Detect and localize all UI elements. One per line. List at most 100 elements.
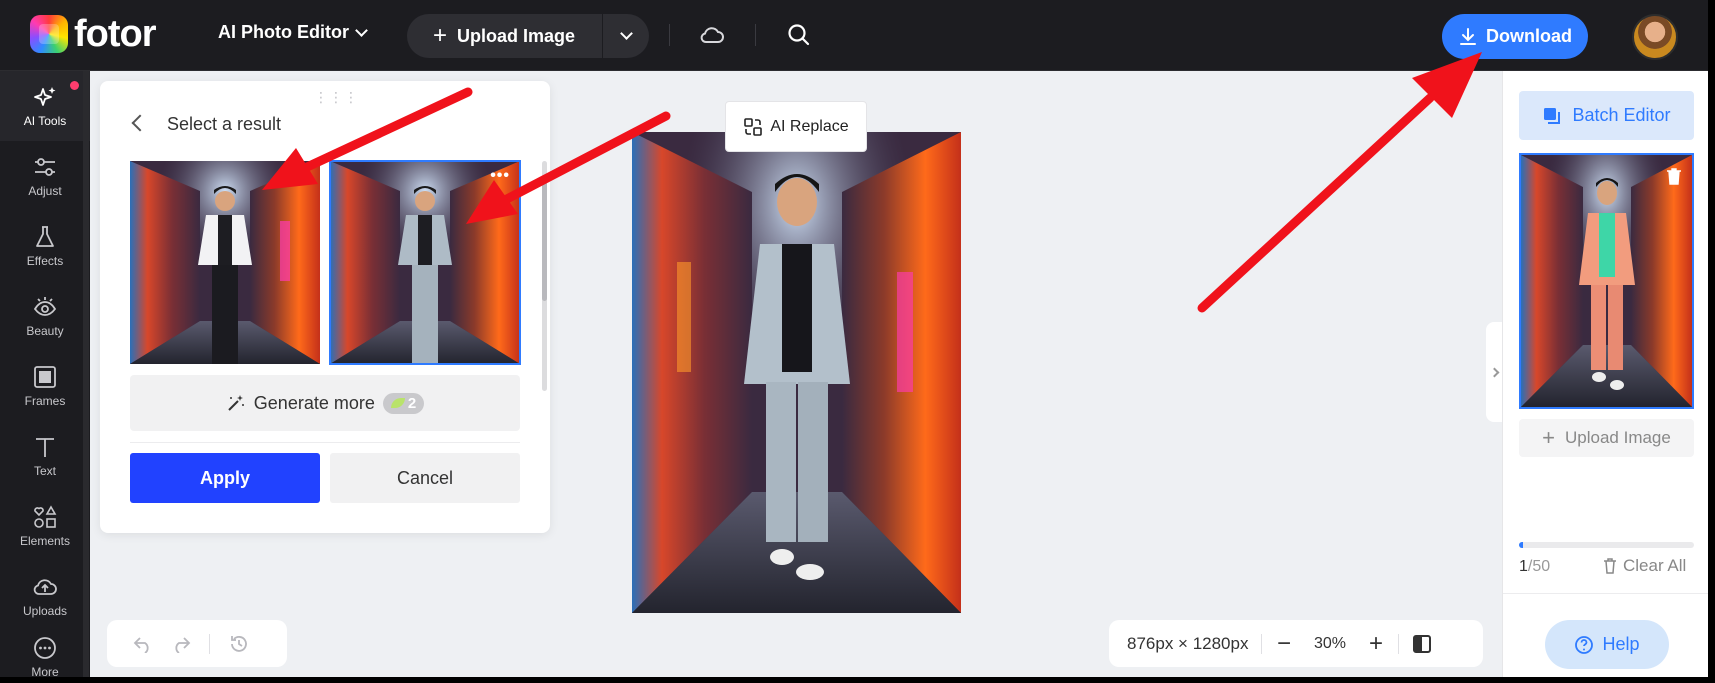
select-result-panel: ⋮⋮⋮ Select a result ••• Generate more 2 … [100,81,550,533]
sliders-icon [35,158,55,176]
tool-elements[interactable]: Elements [0,491,90,561]
upload-image-label: Upload Image [457,25,576,46]
history-controls [107,620,287,667]
upload-image-button[interactable]: + Upload Image [1519,419,1694,457]
window-edge [1708,0,1715,683]
toolbar-scrollbar[interactable] [83,71,89,683]
help-button[interactable]: Help [1545,620,1669,669]
apply-button[interactable]: Apply [130,453,320,503]
cloud-icon[interactable] [699,22,725,48]
result-image-white-jacket [130,161,320,364]
tool-adjust[interactable]: Adjust [0,141,90,211]
batch-icon [1544,107,1561,124]
download-button[interactable]: Download [1442,14,1588,59]
result-thumbnail[interactable] [130,161,320,364]
clear-all-label: Clear All [1623,556,1687,575]
compare-icon[interactable] [1413,634,1431,653]
eye-icon [33,297,57,316]
cloud-upload-icon [33,579,57,595]
undo-icon[interactable] [133,635,153,653]
magic-wand-icon [228,395,244,411]
batch-progress-bar [1519,542,1694,548]
cancel-button[interactable]: Cancel [330,453,520,503]
tool-beauty[interactable]: Beauty [0,281,90,351]
tool-uploads[interactable]: Uploads [0,561,90,631]
text-icon [36,438,54,457]
clear-all-button[interactable]: Clear All [1603,556,1686,576]
download-icon [1460,27,1476,45]
fotor-logo-icon [30,15,68,53]
tool-effects[interactable]: Effects [0,211,90,281]
top-bar: fotor AI Photo Editor + Upload Image Dow… [0,0,1715,71]
upload-image-group: + Upload Image [407,14,649,58]
edited-image-grey-jacket [632,132,961,613]
divider [669,24,670,46]
tool-frames[interactable]: Frames [0,351,90,421]
divider [1398,633,1399,654]
main-photo[interactable] [632,132,961,613]
delete-icon[interactable] [1666,167,1682,185]
chevron-down-icon [355,23,368,37]
image-count: 1/50 [1519,558,1550,576]
chevron-down-icon [619,27,633,40]
result-thumbnail-selected[interactable]: ••• [329,160,521,365]
fotor-logo[interactable]: fotor [30,13,157,55]
editor-mode-menu[interactable]: AI Photo Editor [218,22,368,43]
generate-more-button[interactable]: Generate more 2 [130,375,520,431]
download-label: Download [1486,26,1572,46]
zoom-controls: 876px × 1280px − 30% + [1109,620,1483,667]
drag-handle[interactable]: ⋮⋮⋮ [314,89,359,106]
search-icon[interactable] [786,22,812,48]
brand-name: fotor [74,13,157,55]
count-current: 1 [1519,558,1528,575]
count-total: /50 [1527,558,1551,575]
panel-scrollbar[interactable] [542,161,547,391]
redo-icon[interactable] [171,635,191,653]
sparkle-icon [34,87,56,106]
original-image-peach-outfit [1521,155,1692,407]
frame-icon [34,366,56,388]
zoom-in-button[interactable]: + [1354,630,1398,658]
tool-label: Beauty [26,324,64,338]
generate-more-label: Generate more [253,392,375,413]
more-options-icon[interactable]: ••• [490,167,510,185]
image-dimensions: 876px × 1280px [1127,633,1249,653]
ai-replace-button[interactable]: AI Replace [725,101,867,152]
zoom-level[interactable]: 30% [1306,635,1354,653]
plus-icon: + [1542,425,1555,450]
chevron-right-icon [1489,367,1499,377]
back-chevron-icon[interactable] [131,114,149,132]
batch-image-thumbnail[interactable] [1519,153,1694,409]
tool-label: Frames [24,394,66,408]
right-panel: Batch Editor + Upload Image 1/50 Clear A… [1502,71,1709,677]
window-edge [0,677,1715,683]
history-icon[interactable] [228,633,250,655]
shapes-icon [34,505,57,528]
credit-count: 2 [407,394,417,412]
tool-label: Text [33,464,56,478]
batch-editor-button[interactable]: Batch Editor [1519,91,1694,140]
tool-ai-tools[interactable]: AI Tools [0,71,90,141]
divider [755,24,756,46]
result-image-grey-jacket [330,161,520,364]
upload-image-label: Upload Image [1565,428,1671,447]
notification-dot [70,81,79,90]
tool-label: Uploads [22,604,68,618]
avatar[interactable] [1632,14,1678,60]
batch-editor-label: Batch Editor [1572,105,1671,125]
tool-more[interactable]: More [0,631,90,683]
flask-icon [36,226,54,247]
trash-icon [1604,558,1616,574]
zoom-out-button[interactable]: − [1262,630,1306,658]
collapse-panel-button[interactable] [1486,322,1502,422]
tool-text[interactable]: Text [0,421,90,491]
progress-fill [1519,542,1523,548]
divider [209,633,210,654]
leaf-icon [390,398,405,408]
divider [130,442,520,443]
divider [1503,593,1709,594]
upload-options-dropdown[interactable] [603,14,649,58]
left-toolbar: AI Tools Adjust Effects Beauty Frames Te… [0,71,90,683]
tool-label: Effects [26,254,64,268]
upload-image-button[interactable]: + Upload Image [407,14,603,58]
